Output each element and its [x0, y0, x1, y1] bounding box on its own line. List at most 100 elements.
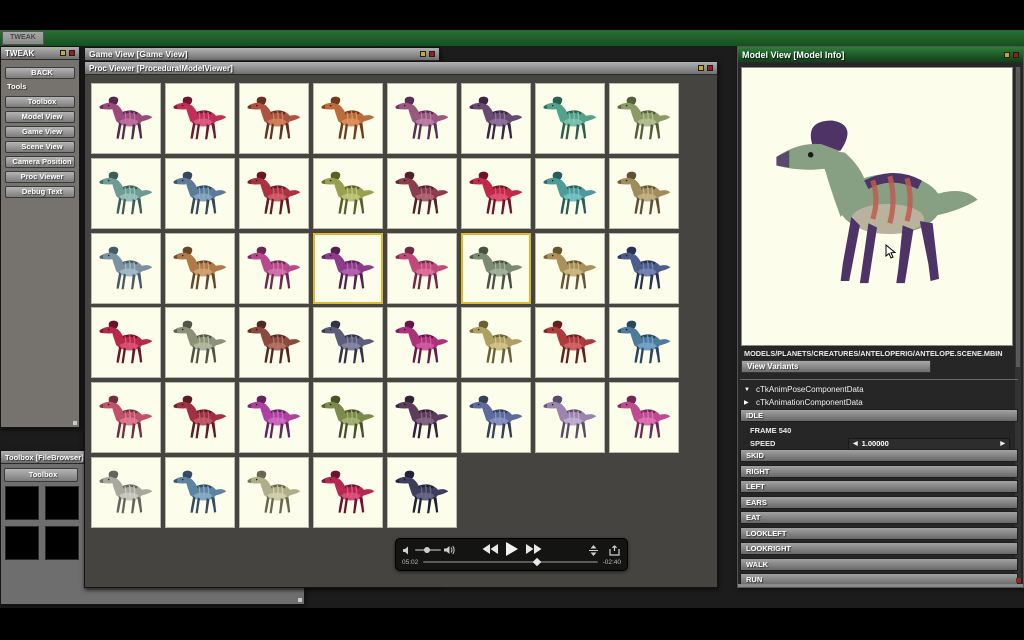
creature-cell-r1c8[interactable] — [609, 83, 679, 154]
sidebar-item-back[interactable]: BACK — [5, 67, 75, 79]
chevron-down-icon[interactable]: ▼ — [744, 387, 752, 393]
creature-cell-r3c6[interactable] — [461, 233, 531, 304]
creature-cell-r2c4[interactable] — [313, 158, 383, 229]
minimize-icon[interactable] — [420, 51, 426, 57]
component-ctkanimposecomponentdata[interactable]: ▼cTkAnimPoseComponentData — [744, 383, 1016, 396]
animation-lookright-bar[interactable]: LOOKRIGHT — [740, 542, 1018, 555]
fast-forward-icon[interactable] — [526, 544, 542, 554]
creature-cell-r1c5[interactable] — [387, 83, 457, 154]
creature-cell-r4c3[interactable] — [239, 307, 309, 378]
creature-cell-r5c3[interactable] — [239, 382, 309, 453]
game-view-titlebar[interactable]: Game View [Game View] — [85, 48, 439, 61]
file-thumbnail[interactable] — [5, 486, 39, 520]
sidebar-item-proc-viewer[interactable]: Proc Viewer — [5, 171, 75, 183]
tweak-titlebar[interactable]: TWEAK — [1, 47, 79, 60]
play-icon[interactable] — [506, 542, 518, 556]
creature-cell-r4c8[interactable] — [609, 307, 679, 378]
close-icon[interactable] — [707, 65, 713, 71]
sidebar-item-debug-text[interactable]: Debug Text — [5, 186, 75, 198]
component-ctkanimationcomponentdata[interactable]: ▶cTkAnimationComponentData — [744, 396, 1016, 409]
creature-cell-r6c3[interactable] — [239, 457, 309, 528]
creature-cell-r3c3[interactable] — [239, 233, 309, 304]
minimize-icon[interactable] — [60, 50, 66, 56]
creature-cell-r2c2[interactable] — [165, 158, 235, 229]
sidebar-item-camera-position[interactable]: Camera Position — [5, 156, 75, 168]
view-variants-button[interactable]: View Variants — [741, 360, 931, 373]
creature-cell-r3c5[interactable] — [387, 233, 457, 304]
creature-cell-r5c5[interactable] — [387, 382, 457, 453]
sidebar-item-scene-view[interactable]: Scene View — [5, 141, 75, 153]
creature-cell-r3c2[interactable] — [165, 233, 235, 304]
animation-idle-bar[interactable]: IDLE — [740, 409, 1018, 422]
animation-walk-bar[interactable]: WALK — [740, 558, 1018, 571]
close-icon[interactable] — [429, 51, 435, 57]
creature-cell-r2c1[interactable] — [91, 158, 161, 229]
creature-cell-r2c7[interactable] — [535, 158, 605, 229]
creature-cell-r4c1[interactable] — [91, 307, 161, 378]
creature-cell-r5c8[interactable] — [609, 382, 679, 453]
creature-cell-r4c7[interactable] — [535, 307, 605, 378]
resize-grip[interactable] — [298, 598, 302, 602]
seek-thumb[interactable] — [532, 557, 540, 565]
creature-cell-r1c2[interactable] — [165, 83, 235, 154]
proc-viewer-titlebar[interactable]: Proc Viewer [ProceduralModelViewer] — [85, 62, 717, 75]
creature-cell-r4c2[interactable] — [165, 307, 235, 378]
creature-cell-r4c4[interactable] — [313, 307, 383, 378]
creature-cell-r6c4[interactable] — [313, 457, 383, 528]
decrement-icon[interactable]: ◀ — [849, 440, 862, 447]
creature-cell-r3c4[interactable] — [313, 233, 383, 304]
creature-cell-r6c5[interactable] — [387, 457, 457, 528]
file-thumbnail[interactable] — [45, 486, 79, 520]
creature-cell-r3c1[interactable] — [91, 233, 161, 304]
animation-ears-bar[interactable]: EARS — [740, 496, 1018, 509]
animation-eat-bar[interactable]: EAT — [740, 511, 1018, 524]
sidebar-item-toolbox[interactable]: Toolbox — [5, 96, 75, 108]
resize-grip[interactable] — [1016, 578, 1021, 583]
animation-lookleft-bar[interactable]: LOOKLEFT — [740, 527, 1018, 540]
creature-cell-r1c7[interactable] — [535, 83, 605, 154]
resize-grip[interactable] — [73, 421, 77, 425]
chevron-right-icon[interactable]: ▶ — [744, 399, 752, 406]
creature-cell-r2c3[interactable] — [239, 158, 309, 229]
minimize-icon[interactable] — [698, 65, 704, 71]
tweak-mode-tab[interactable]: TWEAK — [2, 31, 44, 45]
speed-spinner[interactable]: ◀ 1.00000 ▶ — [848, 438, 1010, 450]
creature-cell-r5c2[interactable] — [165, 382, 235, 453]
creature-cell-r4c5[interactable] — [387, 307, 457, 378]
increment-icon[interactable]: ▶ — [996, 440, 1009, 447]
animation-skid-bar[interactable]: SKID — [740, 449, 1018, 462]
animation-left-bar[interactable]: LEFT — [740, 480, 1018, 493]
creature-cell-r1c6[interactable] — [461, 83, 531, 154]
creature-cell-r1c1[interactable] — [91, 83, 161, 154]
animation-right-bar[interactable]: RIGHT — [740, 465, 1018, 478]
creature-cell-r5c4[interactable] — [313, 382, 383, 453]
creature-cell-r6c1[interactable] — [91, 457, 161, 528]
creature-cell-r6c2[interactable] — [165, 457, 235, 528]
creature-cell-r3c7[interactable] — [535, 233, 605, 304]
close-icon[interactable] — [69, 50, 75, 56]
creature-figure — [172, 319, 228, 366]
rewind-icon[interactable] — [482, 544, 498, 554]
creature-cell-r2c5[interactable] — [387, 158, 457, 229]
seek-bar[interactable] — [423, 561, 597, 563]
sidebar-item-game-view[interactable]: Game View — [5, 126, 75, 138]
creature-cell-r1c3[interactable] — [239, 83, 309, 154]
model-view-titlebar[interactable]: Model View [Model Info] — [738, 47, 1023, 63]
minimize-icon[interactable] — [1004, 52, 1010, 58]
scrollbar-thumb[interactable] — [1016, 67, 1020, 367]
toolbox-button[interactable]: Toolbox — [4, 468, 78, 482]
creature-cell-r4c6[interactable] — [461, 307, 531, 378]
file-thumbnail[interactable] — [45, 526, 79, 560]
sidebar-item-model-view[interactable]: Model View — [5, 111, 75, 123]
tweak-panel: TWEAK BACKToolsToolboxModel ViewGame Vie… — [0, 46, 80, 428]
creature-cell-r5c1[interactable] — [91, 382, 161, 453]
creature-cell-r2c6[interactable] — [461, 158, 531, 229]
creature-cell-r5c6[interactable] — [461, 382, 531, 453]
creature-cell-r2c8[interactable] — [609, 158, 679, 229]
file-thumbnail[interactable] — [5, 526, 39, 560]
model-3d-viewport[interactable] — [741, 67, 1013, 346]
creature-cell-r1c4[interactable] — [313, 83, 383, 154]
creature-cell-r3c8[interactable] — [609, 233, 679, 304]
close-icon[interactable] — [1013, 52, 1019, 58]
creature-cell-r5c7[interactable] — [535, 382, 605, 453]
